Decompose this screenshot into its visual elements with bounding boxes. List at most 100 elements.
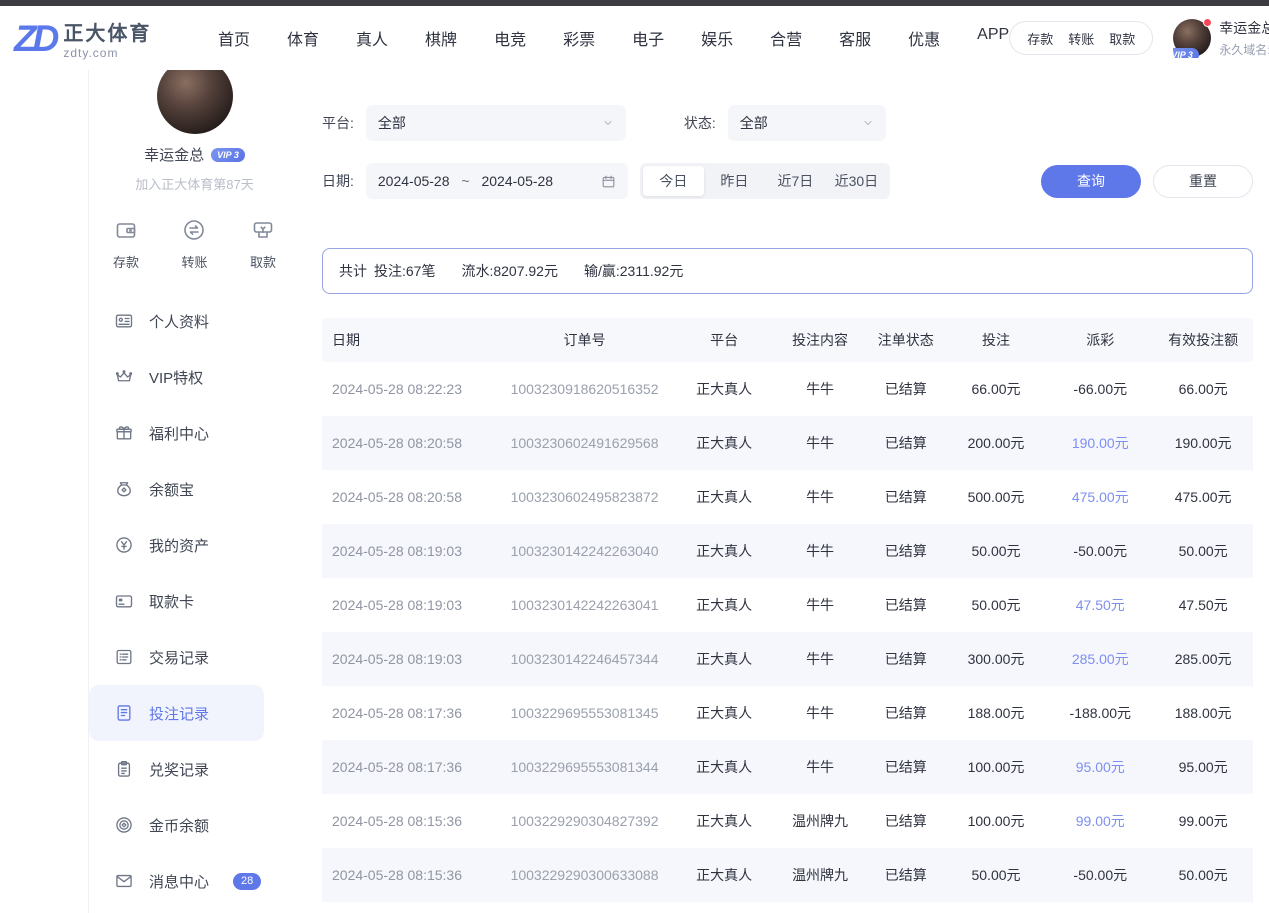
nav-item-彩票[interactable]: 彩票 <box>563 26 595 50</box>
cell-content: 牛牛 <box>774 379 867 399</box>
cell-platform: 正大真人 <box>675 757 774 777</box>
cell-date: 2024-05-28 08:22:23 <box>322 381 494 397</box>
date-filter-label: 日期: <box>322 171 354 191</box>
column-header-注单状态: 注单状态 <box>867 330 945 350</box>
table-row: 2024-05-28 08:17:361003229695553081344正大… <box>322 740 1253 794</box>
quick-action-转账[interactable]: 转账 <box>181 218 207 271</box>
cell-payout: -50.00元 <box>1047 865 1153 885</box>
sidebar-item-label: VIP特权 <box>149 367 203 388</box>
sidebar-item-label: 我的资产 <box>149 535 209 556</box>
sidebar-item-我的资产[interactable]: 我的资产 <box>89 517 264 573</box>
cell-status: 已结算 <box>867 541 945 561</box>
nav-item-合营[interactable]: 合营 <box>770 26 802 50</box>
cell-status: 已结算 <box>867 487 945 507</box>
bet-records-table: 日期订单号平台投注内容注单状态投注派彩有效投注额 2024-05-28 08:2… <box>322 318 1253 902</box>
range-tab-昨日[interactable]: 昨日 <box>704 166 765 196</box>
platform-select[interactable]: 全部 <box>366 105 626 141</box>
reset-button[interactable]: 重置 <box>1153 165 1253 198</box>
nav-item-体育[interactable]: 体育 <box>287 26 319 50</box>
cell-content: 温州牌九 <box>774 811 867 831</box>
cell-payout: 190.00元 <box>1047 433 1153 453</box>
sidebar-quick-actions: 存款 转账取款 <box>89 218 300 271</box>
cell-payout: 99.00元 <box>1047 811 1153 831</box>
profile-name: 幸运金总 <box>144 144 204 165</box>
nav-item-优惠[interactable]: 优惠 <box>908 26 940 50</box>
sidebar-item-兑奖记录[interactable]: 兑奖记录 <box>89 741 264 797</box>
main-nav: 首页 体育 真人 棋牌 电竞 彩票 电子 娱乐 合营 客服 优惠 APP <box>218 26 1009 50</box>
sidebar-item-交易记录[interactable]: 交易记录 <box>89 629 264 685</box>
cell-order: 1003229290300633088 <box>494 867 675 883</box>
redeem-clipboard-icon <box>114 759 134 779</box>
sidebar-item-VIP特权[interactable]: VIP特权 <box>89 349 264 405</box>
sidebar-item-福利中心[interactable]: 福利中心 <box>89 405 264 461</box>
cell-order: 1003229290304827392 <box>494 813 675 829</box>
date-separator: ~ <box>461 173 469 189</box>
sidebar-item-取款卡[interactable]: 取款卡 <box>89 573 264 629</box>
cell-payout: 95.00元 <box>1047 757 1153 777</box>
quick-action-存款[interactable]: 存款 <box>113 218 139 271</box>
cell-valid: 95.00元 <box>1153 757 1253 777</box>
header-username: 幸运金总总 <box>1219 18 1269 38</box>
nav-item-电竞[interactable]: 电竞 <box>494 26 526 50</box>
header-user[interactable]: VIP 3 幸运金总总 永久域名: zdty <box>1173 18 1269 58</box>
cell-order: 1003230142242263040 <box>494 543 675 559</box>
sidebar-item-金币余额[interactable]: 金币余额 <box>89 797 264 853</box>
sidebar-item-个人资料[interactable]: 个人资料 <box>89 293 264 349</box>
status-select[interactable]: 全部 <box>728 105 886 141</box>
column-header-有效投注额: 有效投注额 <box>1153 330 1253 350</box>
header-quick-存款[interactable]: 存款 <box>1027 29 1053 48</box>
sidebar-item-意见反馈[interactable]: 意见反馈 <box>89 909 264 913</box>
quick-action-取款[interactable]: 取款 <box>250 218 276 271</box>
cell-platform: 正大真人 <box>675 379 774 399</box>
sidebar-item-消息中心[interactable]: 消息中心28 <box>89 853 264 909</box>
range-tab-今日[interactable]: 今日 <box>643 166 704 196</box>
cell-order: 1003230142246457344 <box>494 651 675 667</box>
wallet-quick-actions: 存款转账取款 <box>1009 21 1153 55</box>
nav-item-客服[interactable]: 客服 <box>839 26 871 50</box>
nav-item-电子[interactable]: 电子 <box>632 26 664 50</box>
summary-bet-count: 投注:67笔 <box>374 261 435 281</box>
table-row: 2024-05-28 08:20:581003230602491629568正大… <box>322 416 1253 470</box>
cell-platform: 正大真人 <box>675 865 774 885</box>
range-tab-近30日[interactable]: 近30日 <box>826 166 887 196</box>
search-button[interactable]: 查询 <box>1041 165 1141 198</box>
cell-date: 2024-05-28 08:15:36 <box>322 867 494 883</box>
column-header-投注: 投注 <box>945 330 1047 350</box>
cell-date: 2024-05-28 08:19:03 <box>322 543 494 559</box>
cell-valid: 190.00元 <box>1153 433 1253 453</box>
cell-date: 2024-05-28 08:20:58 <box>322 435 494 451</box>
nav-item-真人[interactable]: 真人 <box>356 26 388 50</box>
cell-bet: 50.00元 <box>945 541 1047 561</box>
date-start: 2024-05-28 <box>378 173 450 189</box>
nav-item-娱乐[interactable]: 娱乐 <box>701 26 733 50</box>
column-header-日期: 日期 <box>322 330 494 350</box>
cell-status: 已结算 <box>867 433 945 453</box>
cell-content: 牛牛 <box>774 757 867 777</box>
main-content: 平台: 全部 状态: 全部 日期: 2024-05-28 ~ <box>300 70 1269 913</box>
withdraw-icon <box>251 218 275 247</box>
quick-action-label: 存款 <box>113 252 139 271</box>
header-quick-转账[interactable]: 转账 <box>1068 29 1094 48</box>
cell-date: 2024-05-28 08:19:03 <box>322 651 494 667</box>
site-logo[interactable]: ZD 正大体育 zdty.com <box>14 17 192 60</box>
nav-item-棋牌[interactable]: 棋牌 <box>425 26 457 50</box>
sidebar-item-label: 个人资料 <box>149 311 209 332</box>
cell-order: 1003230602491629568 <box>494 435 675 451</box>
nav-item-首页[interactable]: 首页 <box>218 26 250 50</box>
date-range-input[interactable]: 2024-05-28 ~ 2024-05-28 <box>366 163 628 199</box>
sidebar-item-label: 余额宝 <box>149 479 194 500</box>
cell-payout: -188.00元 <box>1047 703 1153 723</box>
cell-status: 已结算 <box>867 379 945 399</box>
cell-bet: 66.00元 <box>945 379 1047 399</box>
sidebar-item-余额宝[interactable]: 余额宝 <box>89 461 264 517</box>
range-tab-近7日[interactable]: 近7日 <box>765 166 826 196</box>
header-quick-取款[interactable]: 取款 <box>1109 29 1135 48</box>
sidebar-item-投注记录[interactable]: 投注记录 <box>89 685 264 741</box>
logo-subtitle: zdty.com <box>63 46 151 60</box>
gift-icon <box>114 423 134 443</box>
status-filter-label: 状态: <box>684 113 716 133</box>
nav-item-APP[interactable]: APP <box>977 26 1009 50</box>
cell-order: 1003229695553081345 <box>494 705 675 721</box>
join-days-text: 加入正大体育第87天 <box>89 174 300 193</box>
sidebar: 幸运金总 VIP 3 加入正大体育第87天 存款转账取款 个人资料VIP特权福利… <box>88 70 300 913</box>
